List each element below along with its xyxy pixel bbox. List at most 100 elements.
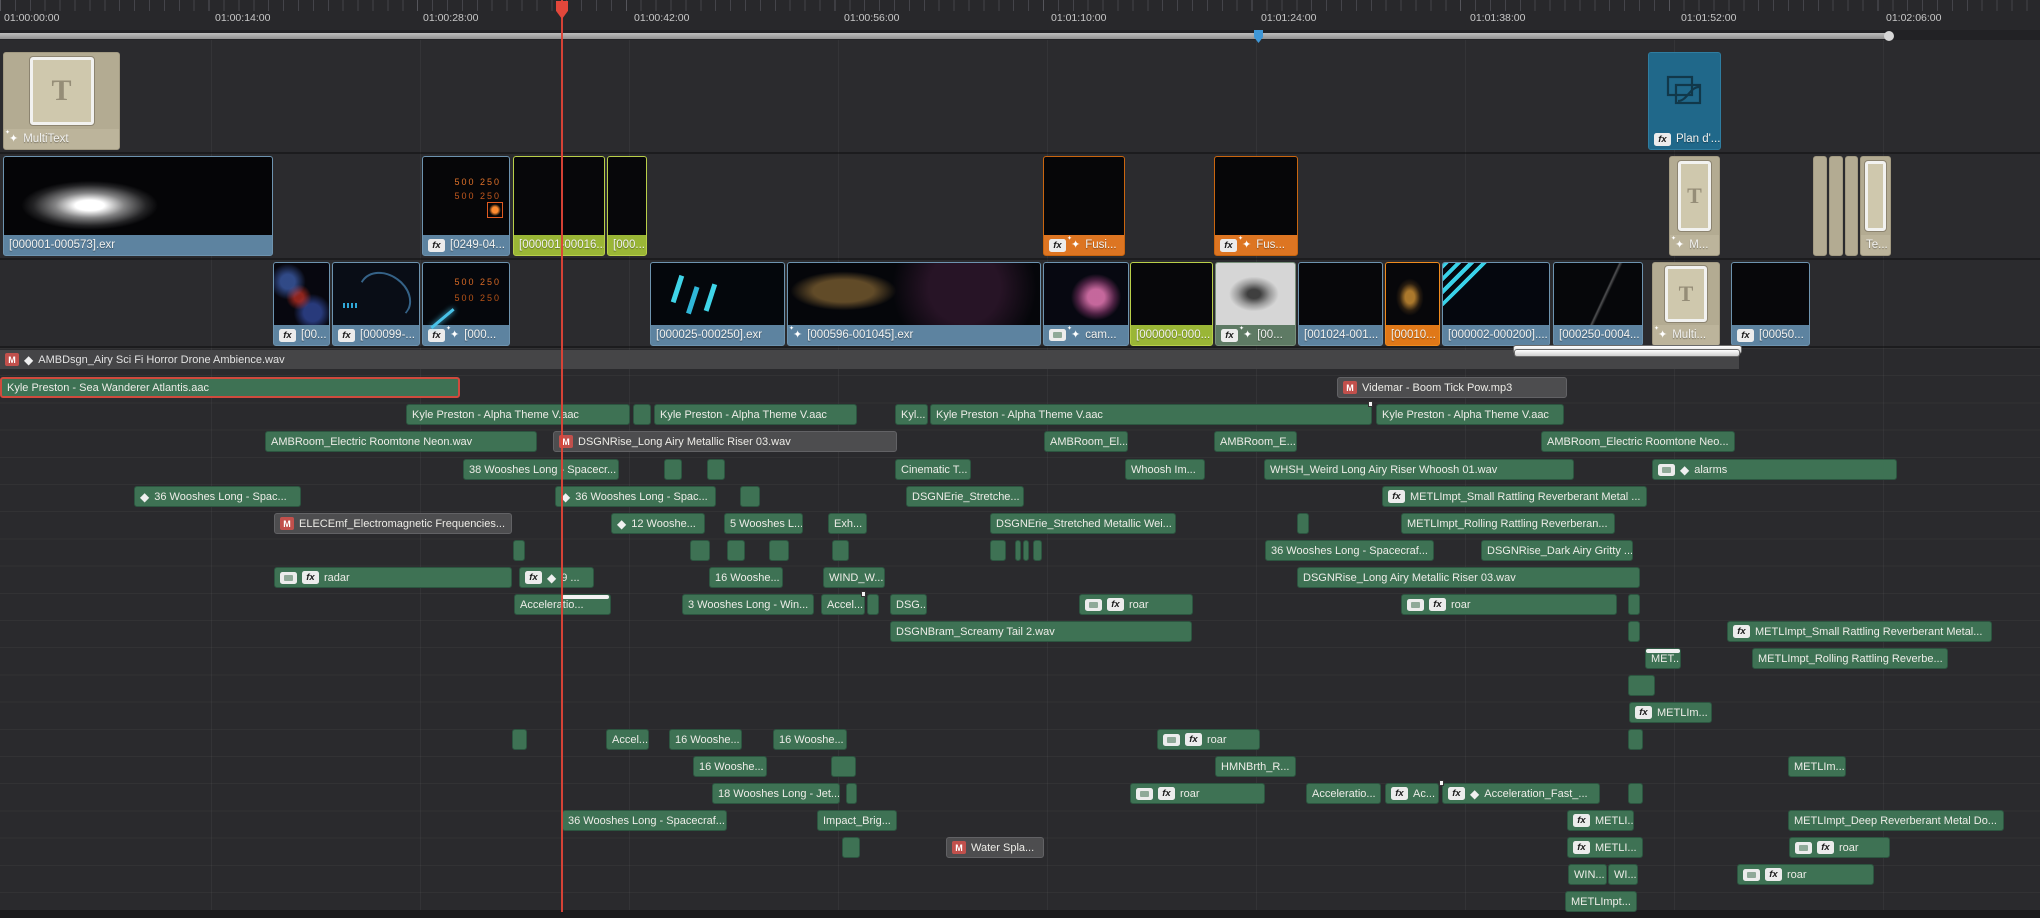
audio-clip[interactable]: 16 Wooshe... bbox=[709, 567, 783, 588]
audio-clip[interactable] bbox=[727, 540, 745, 561]
audio-clip[interactable]: ◆36 Wooshes Long - Spac... bbox=[134, 486, 301, 507]
audio-clip[interactable]: Kyle Preston - Alpha Theme V.aac bbox=[654, 404, 857, 425]
audio-clip[interactable]: AMBRoom_E... bbox=[1214, 431, 1297, 452]
audio-clip[interactable]: METLImpt_Rolling Rattling Reverbe... bbox=[1752, 648, 1948, 669]
audio-clip[interactable]: fxradar bbox=[274, 567, 512, 588]
audio-clip[interactable]: Kyle Preston - Sea Wanderer Atlantis.aac bbox=[0, 377, 460, 398]
video-clip[interactable] bbox=[1829, 156, 1843, 256]
audio-clip[interactable]: Kyle Preston - Alpha Theme V.aac bbox=[406, 404, 630, 425]
audio-clip[interactable] bbox=[1628, 675, 1655, 696]
audio-clip[interactable]: fxMETLImpt_Small Rattling Reverberant Me… bbox=[1382, 486, 1647, 507]
playhead-line[interactable] bbox=[561, 0, 563, 912]
audio-clip[interactable] bbox=[1023, 540, 1029, 561]
audio-clip[interactable] bbox=[1033, 540, 1042, 561]
video-clip[interactable]: T✦✦Multi... bbox=[1652, 262, 1720, 346]
audio-clip[interactable] bbox=[1015, 540, 1021, 561]
audio-clip[interactable]: 18 Wooshes Long - Jet... bbox=[712, 783, 840, 804]
audio-clip[interactable]: fxroar bbox=[1737, 864, 1874, 885]
video-clip[interactable]: fx[00050... bbox=[1731, 262, 1810, 346]
audio-clip[interactable]: WI... bbox=[1608, 864, 1638, 885]
audio-area-mini-scrollbar[interactable] bbox=[1514, 349, 1740, 357]
video-clip[interactable]: [000000-000... bbox=[1130, 262, 1213, 346]
audio-clip[interactable] bbox=[1628, 621, 1640, 642]
audio-clip[interactable]: WIND_W... bbox=[823, 567, 885, 588]
audio-clip[interactable]: DSGNRise_Dark Airy Gritty ... bbox=[1481, 540, 1633, 561]
audio-clip[interactable]: Kyl... bbox=[895, 404, 928, 425]
audio-clip[interactable]: fxroar bbox=[1789, 837, 1890, 858]
audio-clip[interactable] bbox=[831, 756, 856, 777]
audio-clip[interactable]: HMNBrth_R... bbox=[1215, 756, 1296, 777]
audio-clip[interactable] bbox=[842, 837, 860, 858]
video-clip[interactable]: fx[000099-... bbox=[332, 262, 420, 346]
audio-clip[interactable]: Accel... bbox=[606, 729, 649, 750]
video-clip[interactable] bbox=[1813, 156, 1827, 256]
audio-clip[interactable]: Cinematic T... bbox=[895, 459, 971, 480]
audio-clip[interactable] bbox=[769, 540, 789, 561]
audio-clip[interactable] bbox=[1628, 729, 1643, 750]
video-clip[interactable]: fx✦✦[000... bbox=[422, 262, 510, 346]
audio-clip[interactable] bbox=[707, 459, 725, 480]
audio-clip[interactable] bbox=[633, 404, 651, 425]
video-clip[interactable]: [000025-000250].exr bbox=[650, 262, 785, 346]
audio-clip[interactable]: fx◆9 ... bbox=[519, 567, 594, 588]
audio-clip[interactable] bbox=[832, 540, 849, 561]
video-clip[interactable]: fx✦✦Fus... bbox=[1214, 156, 1298, 256]
audio-clip[interactable] bbox=[1628, 594, 1640, 615]
audio-clip[interactable] bbox=[846, 783, 857, 804]
audio-clip[interactable]: fxMETLImpt_Small Rattling Reverberant Me… bbox=[1727, 621, 1992, 642]
audio-clip[interactable]: DSG... bbox=[890, 594, 927, 615]
audio-clip[interactable]: Exh... bbox=[828, 513, 867, 534]
audio-clip[interactable]: fxMETLIm... bbox=[1629, 702, 1712, 723]
audio-clip[interactable]: MVidemar - Boom Tick Pow.mp3 bbox=[1337, 377, 1567, 398]
audio-clip[interactable] bbox=[1628, 783, 1643, 804]
audio-clip[interactable]: ◆12 Wooshe... bbox=[611, 513, 705, 534]
audio-clip[interactable]: 5 Wooshes L... bbox=[724, 513, 803, 534]
video-clip[interactable]: fx[0249-04... bbox=[422, 156, 510, 256]
audio-clip[interactable]: DSGNErie_Stretched Metallic Wei... bbox=[990, 513, 1176, 534]
keyframe-marker[interactable] bbox=[1368, 401, 1373, 407]
audio-clip[interactable]: DSGNBram_Screamy Tail 2.wav bbox=[890, 621, 1192, 642]
audio-clip[interactable]: Accel... bbox=[821, 594, 865, 615]
video-clip[interactable]: Te... bbox=[1860, 156, 1891, 256]
fade-handle-bar[interactable] bbox=[1646, 649, 1680, 653]
video-clip[interactable] bbox=[1845, 156, 1858, 256]
video-clip[interactable]: [000250-0004... bbox=[1553, 262, 1643, 346]
video-clip[interactable]: ✦✦[000596-001045].exr bbox=[787, 262, 1041, 346]
audio-clip[interactable]: METLIm... bbox=[1788, 756, 1846, 777]
video-clip[interactable]: [000002-000200].... bbox=[1442, 262, 1550, 346]
audio-clip[interactable]: Acceleratio... bbox=[1306, 783, 1381, 804]
audio-clip[interactable]: ◆36 Wooshes Long - Spac... bbox=[555, 486, 716, 507]
video-clip[interactable]: T✦✦M... bbox=[1669, 156, 1720, 256]
audio-clip[interactable]: fxroar bbox=[1130, 783, 1265, 804]
timeline[interactable]: 01:00:00:0001:00:14:0001:00:28:0001:00:4… bbox=[0, 0, 2040, 918]
scrollbar-end-knob[interactable] bbox=[1884, 31, 1894, 41]
audio-clip[interactable]: Impact_Brig... bbox=[817, 810, 897, 831]
audio-clip[interactable]: DSGNErie_Stretche... bbox=[906, 486, 1024, 507]
audio-clip[interactable] bbox=[1297, 513, 1309, 534]
video-clip[interactable]: T✦✦MultiText bbox=[3, 52, 120, 150]
audio-clip[interactable]: MWater Spla... bbox=[946, 837, 1044, 858]
audio-clip[interactable] bbox=[513, 540, 525, 561]
audio-clip[interactable]: WIN... bbox=[1568, 864, 1607, 885]
audio-clip[interactable]: 16 Wooshe... bbox=[693, 756, 767, 777]
audio-clip[interactable]: fxMETLI... bbox=[1567, 837, 1643, 858]
audio-clip[interactable]: DSGNRise_Long Airy Metallic Riser 03.wav bbox=[1297, 567, 1640, 588]
video-clip[interactable]: fxPlan d'... bbox=[1648, 52, 1721, 150]
video-clip[interactable]: [000001-00016... bbox=[513, 156, 605, 256]
audio-clip[interactable] bbox=[512, 729, 527, 750]
audio-clip[interactable]: METLImpt... bbox=[1565, 891, 1637, 912]
audio-clip[interactable]: AMBRoom_Electric Roomtone Neon.wav bbox=[265, 431, 537, 452]
audio-clip[interactable]: Kyle Preston - Alpha Theme V.aac bbox=[1376, 404, 1564, 425]
audio-clip[interactable]: 16 Wooshe... bbox=[669, 729, 742, 750]
audio-clip[interactable]: ◆alarms bbox=[1652, 459, 1897, 480]
audio-clip[interactable]: 38 Wooshes Long - Spacecr... bbox=[463, 459, 619, 480]
audio-clip[interactable] bbox=[664, 459, 682, 480]
audio-clip[interactable]: 36 Wooshes Long - Spacecraf... bbox=[1265, 540, 1434, 561]
fade-handle-bar[interactable] bbox=[562, 595, 609, 599]
video-clip[interactable]: [000001-000573].exr bbox=[3, 156, 273, 256]
video-clip[interactable]: fx✦✦Fusi... bbox=[1043, 156, 1125, 256]
audio-clip[interactable]: 3 Wooshes Long - Win... bbox=[682, 594, 814, 615]
audio-clip[interactable]: fx◆Acceleration_Fast_... bbox=[1442, 783, 1600, 804]
audio-clip[interactable]: MDSGNRise_Long Airy Metallic Riser 03.wa… bbox=[553, 431, 897, 452]
audio-clip[interactable] bbox=[990, 540, 1006, 561]
